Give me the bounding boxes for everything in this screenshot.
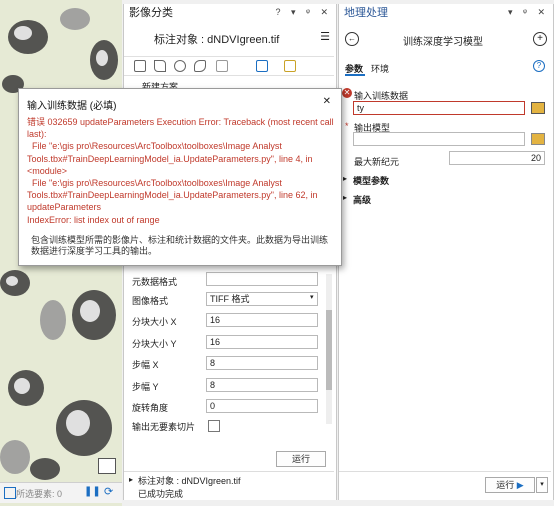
max-epochs-label: 最大新纪元 [354, 157, 400, 167]
run-button[interactable]: 运行 [276, 451, 326, 467]
pane-controls[interactable]: ? ▾ ᵠ ✕ [275, 7, 332, 18]
play-icon: ▶ [516, 480, 524, 490]
map-overview-icon[interactable] [98, 458, 116, 474]
required-asterisk: * [345, 121, 349, 131]
stride-x-field[interactable]: 8 [206, 356, 318, 370]
folder-icon[interactable] [531, 102, 545, 114]
tab-environments[interactable]: 环境 [371, 62, 389, 75]
error-message: 错误 032659 updateParameters Execution Err… [27, 117, 334, 225]
error-tooltip: 输入训练数据 (必填) ✕ 错误 032659 updateParameters… [18, 88, 342, 266]
footer-divider [124, 471, 334, 472]
tool-title: 训练深度学习模型 [403, 37, 483, 48]
add-icon[interactable]: + [533, 32, 547, 46]
expand-icon[interactable]: ▸ [129, 475, 133, 484]
image-format-label: 图像格式 [132, 296, 169, 306]
map-status-bar: 所选要素: 0 ❚❚ ⟳ [0, 482, 122, 503]
polygon-tool-icon[interactable] [154, 60, 166, 72]
tile-size-y-label: 分块大小 Y [132, 339, 177, 349]
metadata-format-label: 元数据格式 [132, 277, 178, 287]
close-icon[interactable]: ✕ [323, 96, 331, 107]
autodetect-tool-icon[interactable] [216, 60, 228, 72]
active-tab-underline [345, 74, 365, 76]
geoprocessing-pane: 地理处理 ▾ ᵠ ✕ ← 训练深度学习模型 + 参数 环境 ? ✕ 输入训练数据… [338, 4, 554, 500]
toolbar [124, 56, 334, 76]
run-label: 运行 [496, 480, 515, 490]
back-icon[interactable]: ← [345, 32, 359, 46]
refresh-icon[interactable]: ⟳ [104, 485, 113, 498]
pane-controls[interactable]: ▾ ᵠ ✕ [508, 7, 549, 18]
run-options-button[interactable]: ▾ [536, 477, 548, 493]
selected-features-count: 所选要素: 0 [16, 489, 63, 499]
output-model-field[interactable] [353, 132, 525, 146]
expand-icon[interactable]: ▸ [343, 193, 347, 202]
max-epochs-field[interactable]: 20 [449, 151, 545, 165]
rotation-angle-field[interactable]: 0 [206, 399, 318, 413]
scrollbar-thumb[interactable] [326, 310, 332, 390]
stride-y-label: 步幅 Y [132, 382, 159, 392]
tooltip-title: 输入训练数据 (必填) [27, 101, 117, 112]
footer-target: 标注对象 : dNDVIgreen.tif [138, 476, 241, 486]
error-icon: ✕ [342, 88, 352, 98]
stride-y-field[interactable]: 8 [206, 378, 318, 392]
circle-tool-icon[interactable] [174, 60, 186, 72]
expand-icon[interactable]: ▸ [343, 174, 347, 183]
stride-x-label: 步幅 X [132, 360, 159, 370]
tile-size-x-field[interactable]: 16 [206, 313, 318, 327]
footer-divider [339, 471, 551, 472]
tile-size-x-label: 分块大小 X [132, 317, 177, 327]
parameter-description: 包含训练模型所需的影像片、标注和统计数据的文件夹。此数据为导出训练数据进行深度学… [31, 235, 329, 256]
scrollbar[interactable] [326, 274, 332, 424]
rotation-angle-label: 旋转角度 [132, 403, 169, 413]
folder-icon[interactable] [531, 133, 545, 145]
selection-filter-icon[interactable] [4, 487, 16, 499]
run-button[interactable]: 运行 ▶ [485, 477, 535, 493]
metadata-format-field[interactable] [206, 272, 318, 286]
target-heading: 标注对象 : dNDVIgreen.tif [154, 34, 280, 46]
input-training-data-field[interactable]: ty [353, 101, 525, 115]
advanced-section[interactable]: 高级 [353, 193, 371, 206]
tile-size-y-field[interactable]: 16 [206, 335, 318, 349]
output-nofeature-tiles-label: 输出无要素切片 [132, 422, 196, 432]
menu-icon[interactable]: ☰ [320, 30, 330, 43]
image-format-select[interactable]: TIFF 格式 [206, 292, 318, 306]
select-tool-icon[interactable] [256, 60, 268, 72]
freehand-tool-icon[interactable] [194, 60, 206, 72]
pause-icon[interactable]: ❚❚ [84, 486, 101, 497]
help-icon[interactable]: ? [533, 60, 545, 72]
chevron-down-icon[interactable]: ▾ [310, 293, 314, 301]
output-nofeature-tiles-checkbox[interactable] [208, 420, 220, 432]
rectangle-tool-icon[interactable] [134, 60, 146, 72]
footer-status: 已成功完成 [138, 489, 184, 499]
model-parameters-section[interactable]: 模型参数 [353, 174, 389, 187]
label-tool-icon[interactable] [284, 60, 296, 72]
